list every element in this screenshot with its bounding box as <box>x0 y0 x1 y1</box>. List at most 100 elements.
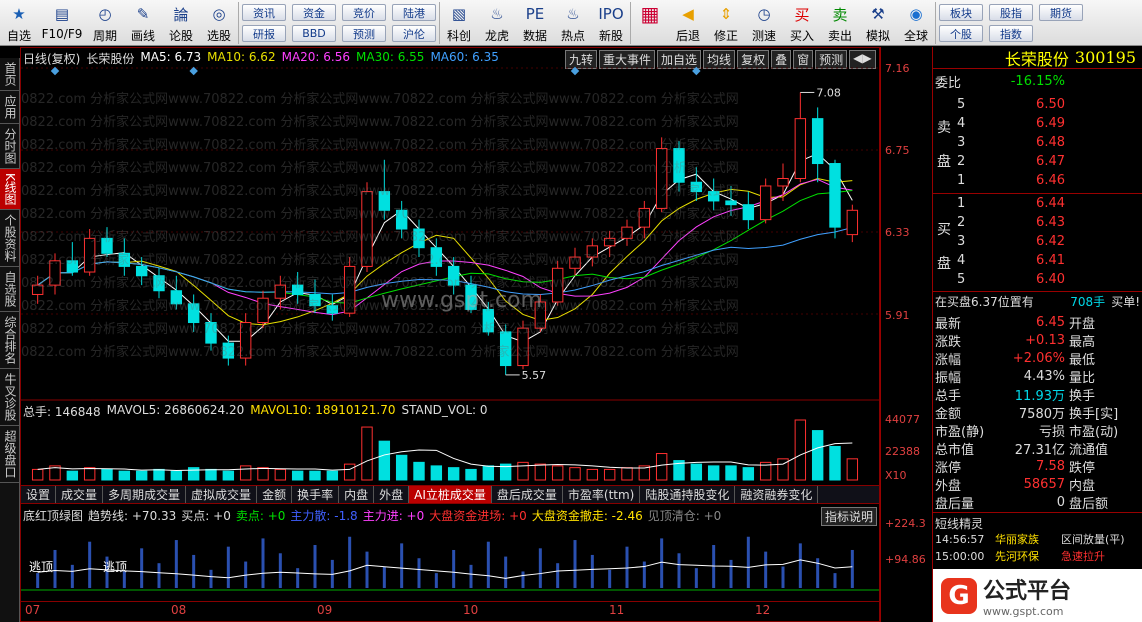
indicator-bar <box>660 538 664 588</box>
left-tab[interactable]: 应用 <box>0 91 20 124</box>
toolbar-pill[interactable]: 板块 <box>939 4 983 21</box>
toolbar-button-items1[interactable]: ▤ F10/F9 <box>38 0 86 46</box>
event-marker-icon[interactable] <box>692 66 701 76</box>
select-stock-icon: ◎ <box>212 5 226 23</box>
indicator-tab[interactable]: 陆股通持股变化 <box>640 486 736 503</box>
volume-bar <box>135 470 148 481</box>
volume-bar <box>413 461 425 481</box>
indicator-tab[interactable]: 成交量 <box>56 486 104 503</box>
indicator-bar <box>226 546 230 588</box>
pill-group: 资金 BBD <box>289 0 339 44</box>
ask-row: 1 6.46 <box>957 172 1065 188</box>
toolbar-button-items35[interactable]: ⚒ 模拟 <box>859 0 897 46</box>
volume-bar <box>569 467 581 481</box>
toolbar-button-items36[interactable]: ◉ 全球 <box>897 0 935 46</box>
toolbar-pill[interactable]: 资金 <box>292 4 336 21</box>
left-tab[interactable]: 牛叉诊股 <box>0 369 20 426</box>
toolbar-button-items24[interactable]: IPO 新股 <box>592 0 630 46</box>
toolbar-button-items5[interactable]: ◎ 选股 <box>200 0 238 46</box>
toolbar-button-items31[interactable]: ⇕ 修正 <box>707 0 745 46</box>
volume-bar <box>378 440 391 481</box>
left-tab[interactable]: K线图 <box>0 169 20 210</box>
toolbar-button-items21[interactable]: ♨ 龙虎 <box>478 0 516 46</box>
toolbar-button-items32[interactable]: ◷ 测速 <box>745 0 783 46</box>
indicator-bar <box>192 554 196 588</box>
indicator-tab[interactable]: 虚拟成交量 <box>186 486 258 503</box>
left-tab[interactable]: 超级盘口 <box>0 426 20 483</box>
indicator-bar <box>538 548 542 588</box>
short-line-row[interactable]: 14:56:57 华丽家族 区间放量(平) <box>935 531 1140 547</box>
indicator-bar <box>469 564 473 588</box>
left-tab[interactable]: 个股资料 <box>0 210 20 267</box>
toolbar-pill[interactable]: 沪伦 <box>392 25 436 42</box>
discuss-icon: 論 <box>173 5 189 24</box>
volume-bar <box>811 430 824 481</box>
indicator-bar <box>798 543 802 588</box>
chart-area[interactable]: 日线(复权) 长荣股份 MA5: 6.73 MA10: 6.62 MA20: 6… <box>20 47 880 622</box>
toolbar-pill[interactable]: 指数 <box>989 25 1033 42</box>
volume-bar <box>274 468 287 481</box>
month-label: 09 <box>317 603 333 617</box>
toolbar-button-items0[interactable]: ★ 自选 <box>0 0 38 46</box>
toolbar-pill[interactable]: 期货 <box>1039 4 1083 21</box>
indicator-bar <box>70 564 74 588</box>
indicator-tab[interactable]: 换手率 <box>292 486 340 503</box>
indicator-tab[interactable]: 金额 <box>257 486 293 503</box>
stat-row: 外盘 58657 内盘 <box>935 476 1096 494</box>
toolbar-button-items23[interactable]: ♨ 热点 <box>554 0 592 46</box>
indicator-bar <box>88 541 92 588</box>
indicator-tab[interactable]: 盘后成交量 <box>492 486 563 503</box>
indicator-bar <box>174 540 178 588</box>
indicator-tab[interactable]: 多周期成交量 <box>103 486 187 503</box>
volume-bar <box>829 445 841 481</box>
volume-bar <box>395 454 408 481</box>
left-tab[interactable]: 首页 <box>0 58 20 91</box>
toolbar-pill[interactable]: 陆港 <box>392 4 436 21</box>
toolbar-pill[interactable]: 预测 <box>342 25 386 42</box>
indicator-bar <box>573 540 577 588</box>
stat-row: 振幅 4.43% 量比 <box>935 368 1096 386</box>
left-tab[interactable]: 分时图 <box>0 124 20 169</box>
volume-bar <box>586 468 599 481</box>
ask-row: 2 6.47 <box>957 153 1065 169</box>
bid-row: 4 6.41 <box>957 252 1065 268</box>
indicator-bar <box>642 561 646 588</box>
indicator-bar <box>625 546 629 588</box>
indicator-tab[interactable]: 外盘 <box>374 486 410 503</box>
toolbar-pill[interactable]: 资讯 <box>242 4 286 21</box>
layout-grid-button[interactable]: ▦ <box>631 0 669 46</box>
indicator-tab[interactable]: AI立桩成交量 <box>409 486 492 503</box>
indicator-tab[interactable]: 市盈率(ttm) <box>563 486 641 503</box>
vol-tick: 22388 <box>885 445 920 458</box>
main-toolbar: ★ 自选 ▤ F10/F9 ◴ 周期 ✎ 画线論论股 ◎ 选股 资讯研报 资金 BBD 竞价预测 陆港沪伦 ▧… <box>0 0 1142 46</box>
toolbar-pill[interactable]: 股指 <box>989 4 1033 21</box>
indicator-bar <box>209 569 213 588</box>
toolbar-pill[interactable]: BBD <box>292 25 336 42</box>
toolbar-button-items20[interactable]: ▧ 科创 <box>440 0 478 46</box>
indicator-tab[interactable]: 融资融券变化 <box>735 486 819 503</box>
toolbar-button-items3[interactable]: ✎ 画线 <box>124 0 162 46</box>
weibi-row: 委比 -16.15% <box>935 73 1065 91</box>
toolbar-button-items4[interactable]: 論论股 <box>162 0 200 46</box>
volume-header: 总手: 146848 MAVOL5: 26860624.20 MAVOL10: … <box>23 403 488 420</box>
report-icon: ▤ <box>54 5 70 23</box>
pe-icon: PE <box>525 5 545 23</box>
toolbar-button-items22[interactable]: PE 数据 <box>516 0 554 46</box>
toolbar-button-items30[interactable]: ◀ 后退 <box>669 0 707 46</box>
ind-big-in: 大盘资金进场: +0 <box>429 509 527 523</box>
toolbar-pill[interactable]: 竞价 <box>342 4 386 21</box>
ind-warn: 见顶清仓: +0 <box>647 509 722 523</box>
left-tab[interactable]: 综合排名 <box>0 312 20 369</box>
toolbar-button-items34[interactable]: 卖卖出 <box>821 0 859 46</box>
toolbar-pill[interactable]: 个股 <box>939 25 983 42</box>
toolbar-button-items33[interactable]: 买买入 <box>783 0 821 46</box>
indicator-tab[interactable]: 设置 <box>21 486 57 503</box>
toolbar-pill[interactable]: 研报 <box>242 25 286 42</box>
ask-row: 4 6.49 <box>957 115 1065 131</box>
indicator-tab[interactable]: 内盘 <box>339 486 375 503</box>
bid-row: 2 6.43 <box>957 214 1065 230</box>
left-tab[interactable]: 自选股 <box>0 267 20 312</box>
short-line-row[interactable]: 15:00:00 先河环保 急速拉升 <box>935 548 1140 564</box>
indicator-help-button[interactable]: 指标说明 <box>821 507 878 526</box>
toolbar-button-items2[interactable]: ◴ 周期 <box>86 0 124 46</box>
